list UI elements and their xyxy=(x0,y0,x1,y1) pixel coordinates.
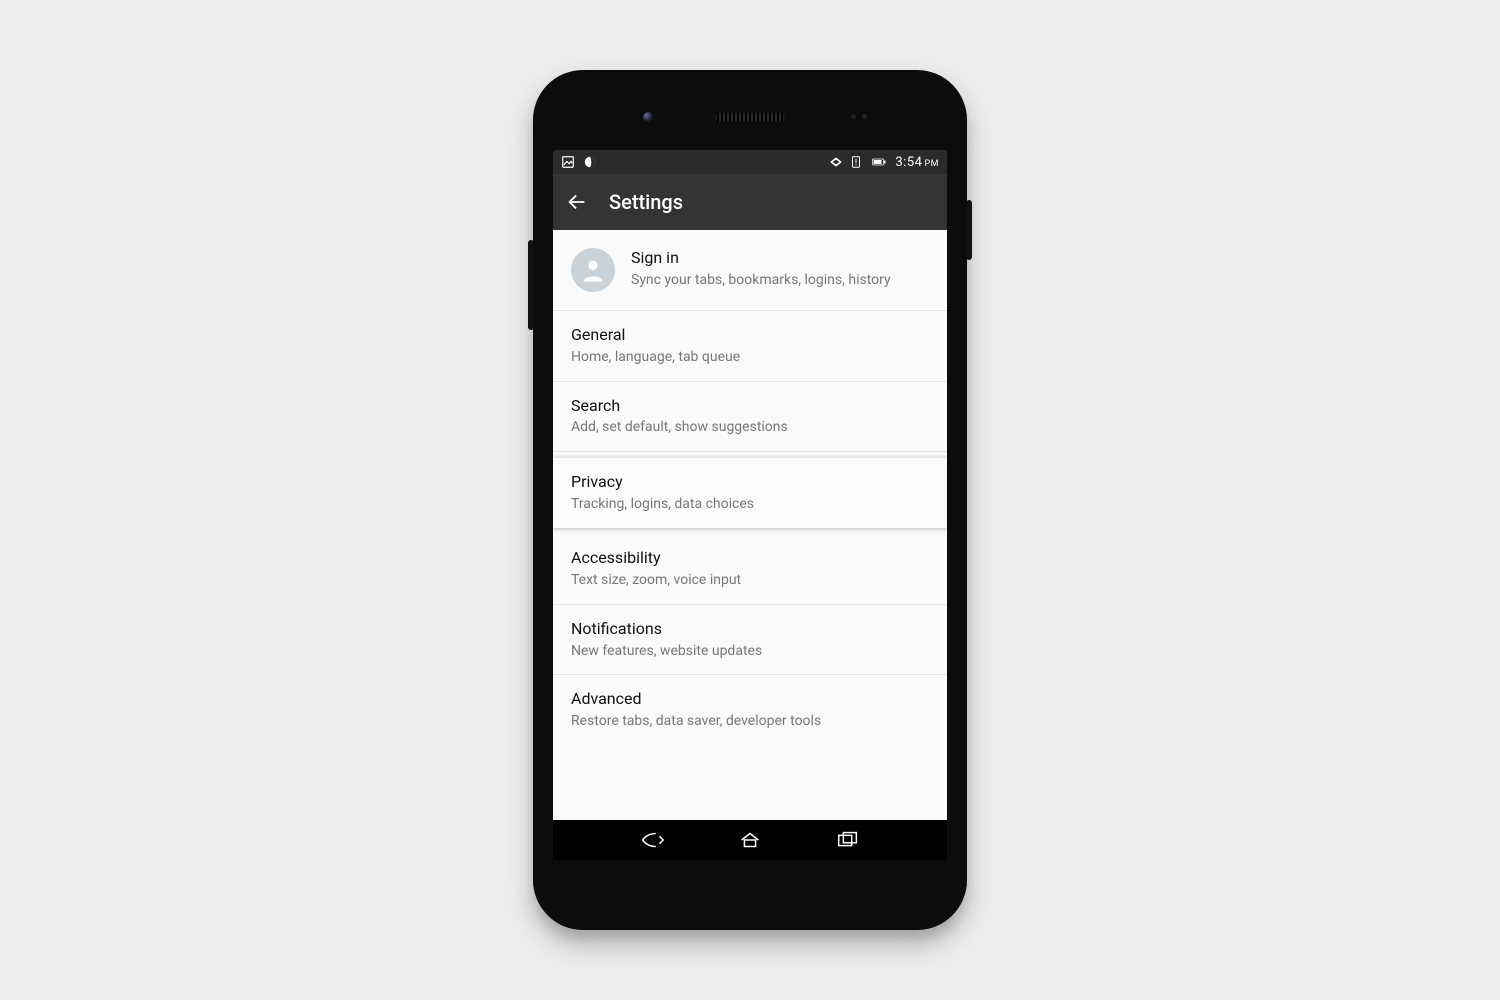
settings-item-notifications[interactable]: Notifications New features, website upda… xyxy=(553,605,947,676)
status-bar: 3:54 PM xyxy=(553,150,947,174)
settings-item-subtitle: Home, language, tab queue xyxy=(571,348,929,367)
status-bar-left xyxy=(561,155,597,169)
nav-back-icon xyxy=(639,831,665,849)
phone-power-button xyxy=(966,200,972,260)
wifi-icon xyxy=(829,155,843,169)
settings-item-general[interactable]: General Home, language, tab queue xyxy=(553,311,947,382)
settings-item-subtitle: Tracking, logins, data choices xyxy=(571,495,929,514)
sim-alert-icon xyxy=(849,155,863,169)
avatar xyxy=(571,248,615,292)
settings-item-title: Privacy xyxy=(571,472,929,493)
nav-home-icon xyxy=(737,831,763,849)
settings-item-advanced[interactable]: Advanced Restore tabs, data saver, devel… xyxy=(553,675,947,745)
settings-item-privacy[interactable]: Privacy Tracking, logins, data choices xyxy=(553,458,947,528)
settings-item-subtitle: New features, website updates xyxy=(571,642,929,661)
phone-volume-button xyxy=(528,240,534,330)
signin-subtitle: Sync your tabs, bookmarks, logins, histo… xyxy=(631,271,929,290)
signin-title: Sign in xyxy=(631,248,929,269)
settings-item-search[interactable]: Search Add, set default, show suggestion… xyxy=(553,382,947,453)
firefox-icon xyxy=(583,155,597,169)
battery-icon xyxy=(869,155,889,169)
settings-item-title: General xyxy=(571,325,929,346)
android-nav-bar xyxy=(553,820,947,860)
image-icon xyxy=(561,155,575,169)
person-icon xyxy=(579,256,607,284)
settings-item-subtitle: Restore tabs, data saver, developer tool… xyxy=(571,712,929,731)
status-bar-clock: 3:54 PM xyxy=(895,155,939,170)
status-bar-right: 3:54 PM xyxy=(829,155,939,170)
phone-frame: 3:54 PM Settings Si xyxy=(533,70,967,930)
app-bar: Settings xyxy=(553,174,947,230)
settings-item-title: Accessibility xyxy=(571,548,929,569)
settings-list: Sign in Sync your tabs, bookmarks, login… xyxy=(553,230,947,820)
stage: 3:54 PM Settings Si xyxy=(0,0,1500,1000)
settings-item-subtitle: Text size, zoom, voice input xyxy=(571,571,929,590)
screen: 3:54 PM Settings Si xyxy=(553,150,947,860)
clock-ampm: PM xyxy=(924,159,939,169)
settings-item-signin[interactable]: Sign in Sync your tabs, bookmarks, login… xyxy=(553,230,947,311)
settings-item-subtitle: Add, set default, show suggestions xyxy=(571,418,929,437)
settings-item-accessibility[interactable]: Accessibility Text size, zoom, voice inp… xyxy=(553,534,947,605)
page-title: Settings xyxy=(609,190,683,214)
phone-earpiece xyxy=(715,112,785,122)
signin-text: Sign in Sync your tabs, bookmarks, login… xyxy=(631,248,929,290)
settings-item-title: Search xyxy=(571,396,929,417)
nav-home-button[interactable] xyxy=(736,830,764,850)
phone-front-camera xyxy=(643,112,653,122)
nav-recent-button[interactable] xyxy=(834,830,862,850)
clock-time: 3:54 xyxy=(895,155,922,170)
back-button[interactable] xyxy=(565,190,589,214)
nav-recent-icon xyxy=(835,831,861,849)
settings-item-title: Advanced xyxy=(571,689,929,710)
back-arrow-icon xyxy=(566,191,588,213)
phone-sensors xyxy=(851,114,867,119)
nav-back-button[interactable] xyxy=(638,830,666,850)
settings-item-title: Notifications xyxy=(571,619,929,640)
